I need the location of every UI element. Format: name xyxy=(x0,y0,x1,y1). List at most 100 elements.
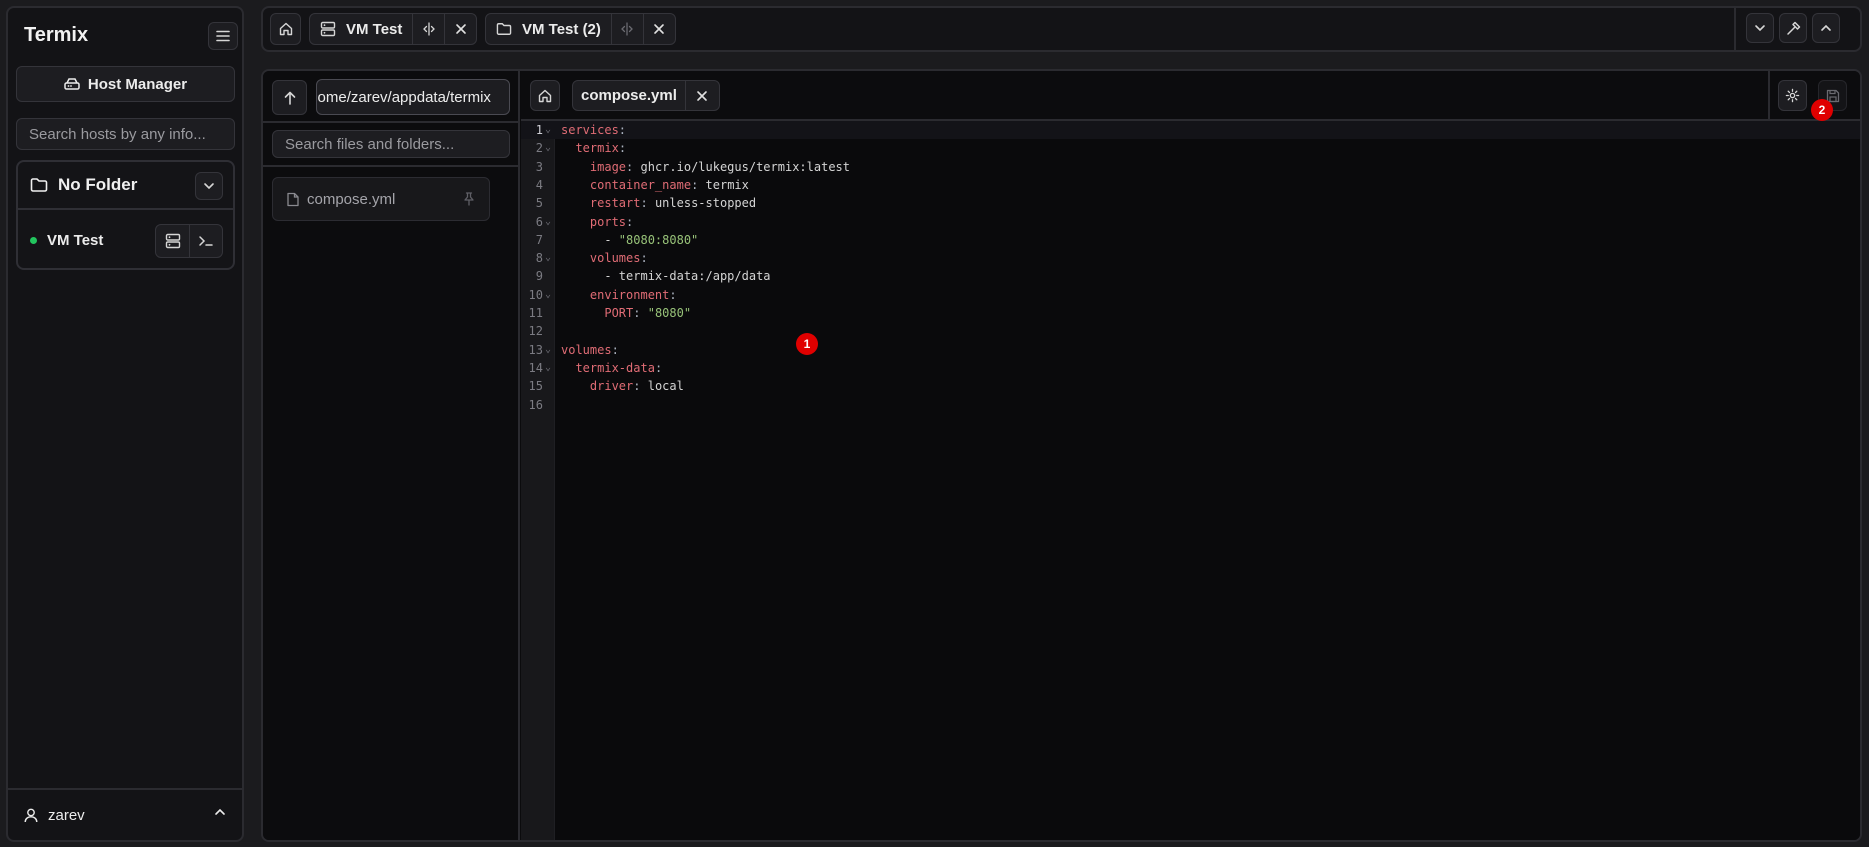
sidebar: Termix Host Manager Search hosts by any … xyxy=(6,6,244,842)
fold-chevron-icon[interactable]: ⌄ xyxy=(545,213,551,231)
toolbar-divider xyxy=(1768,71,1770,119)
code-text: - termix-data:/app/data xyxy=(561,269,771,284)
sidebar-menu-button[interactable] xyxy=(208,22,238,50)
gear-icon xyxy=(1785,88,1800,103)
code-line[interactable]: 9 - termix-data:/app/data xyxy=(521,267,1860,285)
code-text: volumes: xyxy=(561,342,619,357)
line-number: 7 xyxy=(535,232,543,247)
editor-settings-button[interactable] xyxy=(1778,80,1807,111)
folder-header[interactable]: No Folder xyxy=(18,162,233,210)
code-line[interactable]: 12 xyxy=(521,322,1860,340)
arrow-up-icon xyxy=(284,91,296,105)
hard-drive-icon xyxy=(64,77,80,91)
close-editor-tab-button[interactable] xyxy=(684,81,719,110)
code-line[interactable]: 3 image: ghcr.io/lukegus/termix:latest xyxy=(521,158,1860,176)
annotation-badge: 1 xyxy=(796,333,818,355)
chevron-down-icon xyxy=(203,182,215,190)
collapse-topbar-button[interactable] xyxy=(1812,13,1840,43)
parent-directory-button[interactable] xyxy=(272,80,307,115)
code-line[interactable]: 14 ⌄ termix-data: xyxy=(521,359,1860,377)
host-item-vm-test[interactable]: VM Test xyxy=(18,214,233,266)
split-view-button[interactable] xyxy=(610,14,643,44)
search-files-input[interactable]: Search files and folders... xyxy=(272,130,510,158)
close-icon xyxy=(696,90,708,102)
chevron-up-icon xyxy=(214,808,226,816)
path-input[interactable]: /home/zarev/appdata/termix xyxy=(316,79,510,115)
host-manager-button[interactable]: Host Manager xyxy=(16,66,235,102)
line-number: 4 xyxy=(535,177,543,192)
fold-chevron-icon[interactable]: ⌄ xyxy=(545,359,551,377)
line-number: 2 xyxy=(535,141,543,156)
code-text: - "8080:8080" xyxy=(561,232,699,247)
line-number: 1 xyxy=(535,123,543,137)
file-browser: /home/zarev/appdata/termix Search files … xyxy=(263,71,520,840)
code-line[interactable]: 7 - "8080:8080" xyxy=(521,231,1860,249)
line-number: 14 xyxy=(528,360,543,375)
code-line[interactable]: 5 restart: unless-stopped xyxy=(521,194,1860,212)
file-name: compose.yml xyxy=(307,190,396,208)
divider xyxy=(263,121,518,123)
split-icon xyxy=(620,22,634,36)
fold-chevron-icon[interactable]: ⌄ xyxy=(545,139,551,157)
tools-button[interactable] xyxy=(1779,13,1807,43)
home-icon xyxy=(538,89,552,103)
hammer-icon xyxy=(1786,21,1801,36)
line-number: 15 xyxy=(528,379,543,394)
editor-home-button[interactable] xyxy=(530,80,560,111)
code-line[interactable]: 15 driver: local xyxy=(521,377,1860,395)
split-icon xyxy=(422,22,436,36)
username: zarev xyxy=(48,806,85,824)
folder-icon xyxy=(30,177,48,193)
code-text: environment: xyxy=(589,287,677,302)
close-tab-button[interactable] xyxy=(642,14,675,44)
fold-chevron-icon[interactable]: ⌄ xyxy=(545,121,551,139)
home-icon xyxy=(279,22,293,36)
line-number: 10 xyxy=(528,287,543,302)
line-number: 13 xyxy=(528,342,543,357)
code-line[interactable]: 1 ⌄ services: xyxy=(521,121,1860,139)
server-icon xyxy=(165,233,181,249)
code-line[interactable]: 13 ⌄ volumes: xyxy=(521,341,1860,359)
user-menu[interactable]: zarev xyxy=(8,788,242,840)
editor-tab-compose[interactable]: compose.yml xyxy=(572,80,720,111)
code-line[interactable]: 16 xyxy=(521,396,1860,414)
tabs-dropdown-button[interactable] xyxy=(1746,13,1774,43)
folder-collapse-button[interactable] xyxy=(195,172,223,200)
user-icon xyxy=(24,808,38,823)
tab-label: VM Test xyxy=(346,20,403,38)
open-server-stats-button[interactable] xyxy=(156,225,189,257)
tab-vm-test-2[interactable]: VM Test (2) xyxy=(485,13,676,45)
terminal-icon xyxy=(198,234,214,248)
code-line[interactable]: 2 ⌄ termix: xyxy=(521,139,1860,157)
line-number: 11 xyxy=(528,306,543,320)
code-line[interactable]: 6 ⌄ ports: xyxy=(521,213,1860,231)
pin-icon[interactable] xyxy=(463,192,475,206)
search-files-placeholder: Search files and folders... xyxy=(285,135,455,153)
fold-chevron-icon[interactable]: ⌄ xyxy=(545,249,551,267)
annotation-badge: 2 xyxy=(1811,99,1833,121)
code-editor[interactable]: 1 ⌄ services: 2 ⌄ termix: 3 image: ghcr.io/lu… xyxy=(521,121,1860,840)
code-line[interactable]: 10 ⌄ environment: xyxy=(521,286,1860,304)
close-tab-button[interactable] xyxy=(444,14,476,44)
code-line[interactable]: 11 PORT: "8080" xyxy=(521,304,1860,322)
file-item-compose[interactable]: compose.yml xyxy=(272,177,490,221)
line-number: 6 xyxy=(535,214,543,229)
search-hosts-input[interactable]: Search hosts by any info... xyxy=(16,118,235,150)
code-text: services: xyxy=(561,123,627,137)
fold-chevron-icon[interactable]: ⌄ xyxy=(545,286,551,304)
code-text: volumes: xyxy=(589,251,648,266)
home-tab-button[interactable] xyxy=(270,13,301,45)
chevron-down-icon xyxy=(1754,24,1766,32)
code-line[interactable]: 8 ⌄ volumes: xyxy=(521,249,1860,267)
line-number: 9 xyxy=(535,269,543,284)
code-text: image: ghcr.io/lukegus/termix:latest xyxy=(589,159,851,174)
open-terminal-button[interactable] xyxy=(189,225,222,257)
fold-chevron-icon[interactable]: ⌄ xyxy=(545,341,551,359)
split-view-button[interactable] xyxy=(412,14,444,44)
folder-icon xyxy=(496,22,512,36)
file-icon xyxy=(287,192,299,207)
tab-vm-test[interactable]: VM Test xyxy=(309,13,478,45)
line-number: 8 xyxy=(535,251,543,266)
code-line[interactable]: 4 container_name: termix xyxy=(521,176,1860,194)
folder-name: No Folder xyxy=(58,175,138,194)
